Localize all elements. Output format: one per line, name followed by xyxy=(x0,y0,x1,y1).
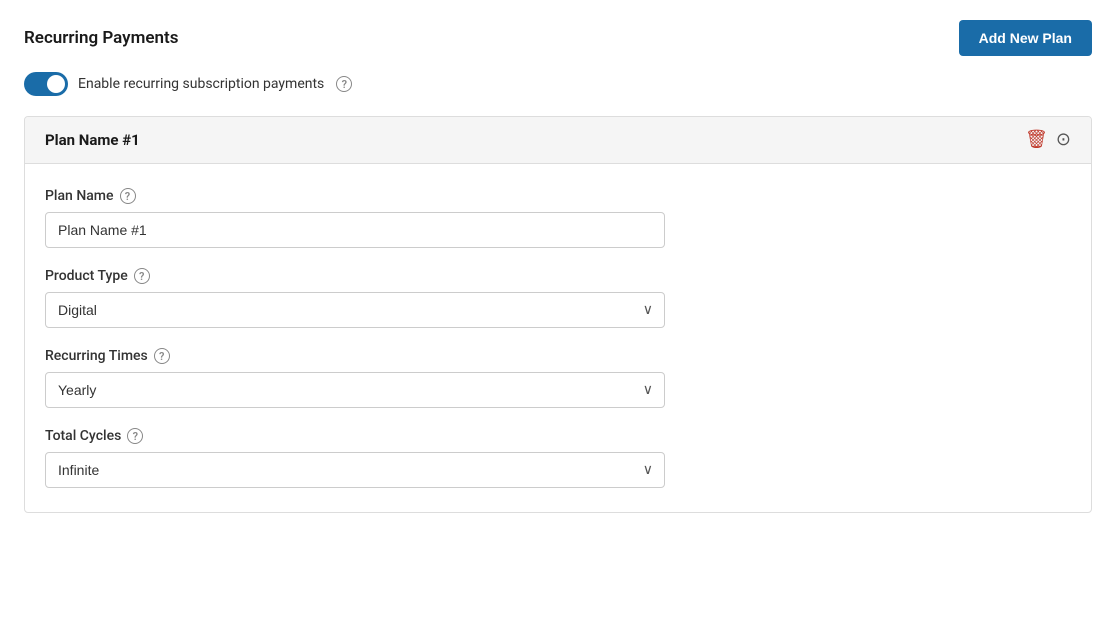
total-cycles-label: Total Cycles ? xyxy=(45,428,1071,444)
collapse-plan-icon[interactable]: ⊙ xyxy=(1056,131,1071,149)
plan-name-input[interactable] xyxy=(45,212,665,248)
plan-name-field-group: Plan Name ? xyxy=(45,188,1071,248)
recurring-times-help-icon[interactable]: ? xyxy=(154,348,170,364)
plan-card-header: Plan Name #1 🗑 ⊙ xyxy=(25,117,1091,164)
recurring-times-field-group: Recurring Times ? Daily Weekly Monthly Y… xyxy=(45,348,1071,408)
product-type-select-wrapper: Digital Physical Service ∨ xyxy=(45,292,665,328)
page-title: Recurring Payments xyxy=(24,28,178,48)
toggle-label: Enable recurring subscription payments xyxy=(78,76,324,92)
add-new-plan-button[interactable]: Add New Plan xyxy=(959,20,1092,56)
total-cycles-help-icon[interactable]: ? xyxy=(127,428,143,444)
product-type-label: Product Type ? xyxy=(45,268,1071,284)
total-cycles-select[interactable]: Infinite 1 2 3 6 12 xyxy=(45,452,665,488)
recurring-times-select-wrapper: Daily Weekly Monthly Yearly ∨ xyxy=(45,372,665,408)
delete-plan-icon[interactable]: 🗑 xyxy=(1025,131,1048,149)
plan-card-actions: 🗑 ⊙ xyxy=(1025,131,1071,149)
product-type-field-group: Product Type ? Digital Physical Service … xyxy=(45,268,1071,328)
plan-card-body: Plan Name ? Product Type ? Digital Physi… xyxy=(25,164,1091,512)
recurring-times-select[interactable]: Daily Weekly Monthly Yearly xyxy=(45,372,665,408)
plan-card: Plan Name #1 🗑 ⊙ Plan Name ? Product Typ… xyxy=(24,116,1092,513)
plan-card-title: Plan Name #1 xyxy=(45,131,140,149)
plan-name-help-icon[interactable]: ? xyxy=(120,188,136,204)
product-type-help-icon[interactable]: ? xyxy=(134,268,150,284)
total-cycles-select-wrapper: Infinite 1 2 3 6 12 ∨ xyxy=(45,452,665,488)
toggle-thumb xyxy=(47,75,65,93)
recurring-toggle[interactable] xyxy=(24,72,68,96)
page-header: Recurring Payments Add New Plan xyxy=(24,20,1092,56)
toggle-row: Enable recurring subscription payments ? xyxy=(24,72,1092,96)
plan-name-label: Plan Name ? xyxy=(45,188,1071,204)
total-cycles-field-group: Total Cycles ? Infinite 1 2 3 6 12 ∨ xyxy=(45,428,1071,488)
product-type-select[interactable]: Digital Physical Service xyxy=(45,292,665,328)
recurring-times-label: Recurring Times ? xyxy=(45,348,1071,364)
toggle-help-icon[interactable]: ? xyxy=(336,76,352,92)
